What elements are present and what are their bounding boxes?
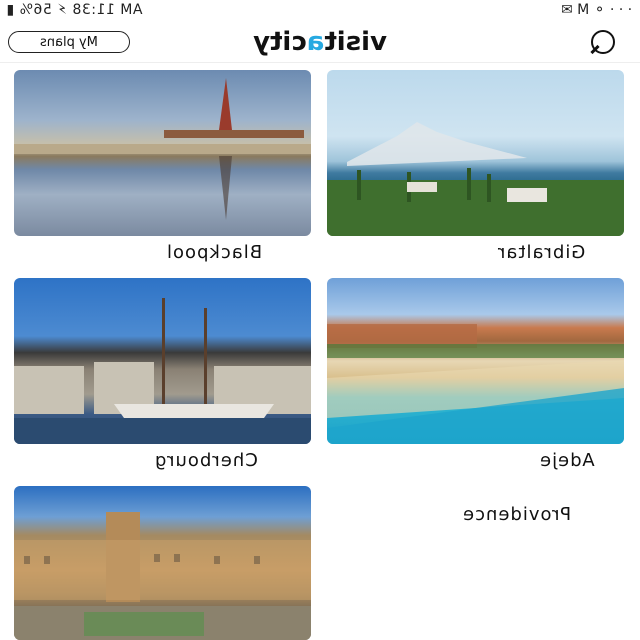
city-name: Gibraltar: [497, 242, 586, 263]
status-left-text: AM 11:38 ⚡ 56% ▮: [6, 2, 143, 18]
city-card-cherbourg[interactable]: Cherbourg: [14, 278, 311, 478]
city-card-image-only[interactable]: [14, 486, 311, 640]
search-button[interactable]: [586, 28, 620, 56]
app-header: visitacity My plans: [0, 22, 640, 63]
city-name: Blackpool: [166, 242, 263, 263]
city-name: Adeje: [539, 450, 595, 471]
city-name: Cherbourg: [154, 450, 258, 471]
city-image-adeje: [327, 278, 624, 444]
city-image-providence: [14, 486, 311, 640]
city-name: Providence: [462, 504, 572, 525]
status-right-text: · · · ⚬ M ✉: [560, 2, 632, 18]
city-card-blackpool[interactable]: Blackpool: [14, 70, 311, 270]
my-plans-button[interactable]: My plans: [8, 31, 130, 53]
city-card-providence[interactable]: Providence: [327, 500, 624, 530]
logo-text-city: city: [253, 27, 307, 57]
city-image-gibraltar: [327, 70, 624, 236]
app-logo: visitacity: [240, 26, 400, 58]
logo-text-visit: visit: [324, 27, 387, 57]
app-screen: AM 11:38 ⚡ 56% ▮ · · · ⚬ M ✉ visitacity …: [0, 0, 640, 640]
logo-text-accent: a: [306, 27, 325, 57]
city-card-adeje[interactable]: Adeje: [327, 278, 624, 478]
status-bar: AM 11:38 ⚡ 56% ▮ · · · ⚬ M ✉: [0, 0, 640, 22]
city-image-cherbourg: [14, 278, 311, 444]
city-image-blackpool: [14, 70, 311, 236]
city-card-gibraltar[interactable]: Gibraltar: [327, 70, 624, 270]
my-plans-label: My plans: [40, 35, 98, 50]
